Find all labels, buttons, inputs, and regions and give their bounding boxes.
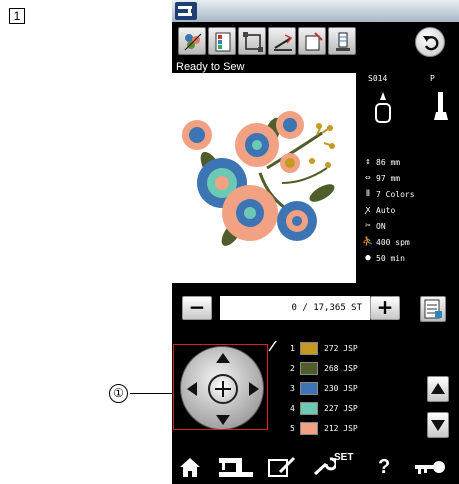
- title-bar: [172, 0, 459, 22]
- help-button[interactable]: ?: [378, 454, 398, 482]
- triangle-down-icon: [431, 420, 445, 431]
- design-code: S014: [368, 74, 388, 83]
- settings-button[interactable]: SET: [312, 452, 362, 482]
- home-icon: [180, 458, 200, 477]
- info-thread-cut: ✂ ON: [362, 221, 459, 233]
- back-button[interactable]: [415, 27, 445, 57]
- status-text: Ready to Sew: [176, 61, 245, 73]
- callout-leader-line: [130, 393, 173, 394]
- color-swatch: [300, 342, 318, 355]
- minus-button[interactable]: −: [182, 296, 212, 320]
- color-row[interactable]: 2 268 JSP: [290, 360, 410, 378]
- info-height: ↕ 86 mm: [362, 157, 459, 169]
- info-colors: Ⅱ 7 Colors: [362, 189, 459, 201]
- width-icon: ⇔: [365, 173, 371, 183]
- scroll-down-button[interactable]: [427, 412, 449, 438]
- wrench-icon: [313, 457, 338, 476]
- needle-trim-icon: [274, 34, 293, 51]
- trace-button[interactable]: [238, 27, 266, 55]
- spool-icon: [336, 32, 350, 51]
- embroidery-pattern-icon: [184, 33, 202, 51]
- corner-cut-icon: [305, 32, 323, 51]
- color-row[interactable]: 5 212 JSP: [290, 420, 410, 438]
- key-icon: [415, 461, 445, 474]
- color-swatch: [300, 362, 318, 375]
- bottom-bar: SET ?: [172, 450, 459, 484]
- sewing-machine-icon: [219, 458, 253, 477]
- color-swatch: [300, 422, 318, 435]
- color-row[interactable]: 3 230 JSP: [290, 380, 410, 398]
- jump-cut-icon: ꭗ: [365, 205, 371, 215]
- plus-button[interactable]: +: [370, 296, 400, 320]
- stitch-count-field: 0 / 17,365 ST: [220, 296, 370, 320]
- stitch-mode-button[interactable]: [420, 296, 446, 322]
- color-list: 1 272 JSP 2 268 JSP 3 230 JSP 4 227 JSP …: [290, 338, 410, 446]
- callout-highlight: [173, 344, 268, 430]
- color-swatch: [300, 402, 318, 415]
- trace-frame-icon: [243, 32, 263, 52]
- lock-button[interactable]: [412, 454, 448, 482]
- home-button[interactable]: [178, 454, 202, 482]
- sewing-mode-button[interactable]: [216, 454, 256, 482]
- flower-embroidery-image: [182, 111, 335, 246]
- color-swatch: [300, 382, 318, 395]
- toolbar: [172, 22, 459, 60]
- thread-tension-button[interactable]: [328, 27, 356, 55]
- presser-foot-icon: [434, 92, 448, 120]
- triangle-up-icon: [431, 383, 445, 394]
- color-row[interactable]: 1 272 JSP: [290, 340, 410, 358]
- return-arrow-icon: [423, 36, 439, 51]
- color-list-button[interactable]: [208, 27, 236, 55]
- info-speed: ⛹ 400 spm: [362, 237, 410, 247]
- spool-icon: Ⅱ: [365, 189, 371, 199]
- machine-icon: [175, 2, 197, 20]
- embroidery-preview: [172, 73, 356, 283]
- stitch-grid-icon: [424, 299, 442, 319]
- needle-pointer-icon: [268, 340, 277, 352]
- color-row[interactable]: 4 227 JSP: [290, 400, 410, 418]
- step-number: 1: [9, 8, 25, 24]
- presser-foot-code: P: [430, 74, 435, 83]
- pencil-stitch-icon: [268, 456, 296, 477]
- edit-pattern-button[interactable]: [178, 27, 206, 55]
- clock-icon: ●: [365, 253, 371, 263]
- height-icon: ↕: [365, 157, 371, 167]
- jump-stitch-button[interactable]: [268, 27, 296, 55]
- info-panel: S014 P ↕ 86 mm ⇔ 97 mm Ⅱ 7 Colors ꭗ Auto…: [362, 70, 459, 290]
- edit-button[interactable]: [266, 454, 298, 482]
- running-man-icon: ⛹: [362, 237, 374, 247]
- set-label: SET: [334, 452, 354, 463]
- stitch-counter: − 0 / 17,365 ST +: [172, 296, 459, 326]
- scroll-up-button[interactable]: [427, 376, 449, 402]
- info-time: ● 50 min: [362, 253, 459, 265]
- hoop-icon: [375, 92, 391, 123]
- info-thread-cut-mode: ꭗ Auto: [362, 205, 459, 217]
- info-width: ⇔ 97 mm: [362, 173, 459, 185]
- color-bars-icon: [215, 32, 231, 52]
- callout-label: ①: [109, 384, 128, 403]
- cut-button[interactable]: [298, 27, 326, 55]
- scissors-icon: ✂: [365, 221, 371, 231]
